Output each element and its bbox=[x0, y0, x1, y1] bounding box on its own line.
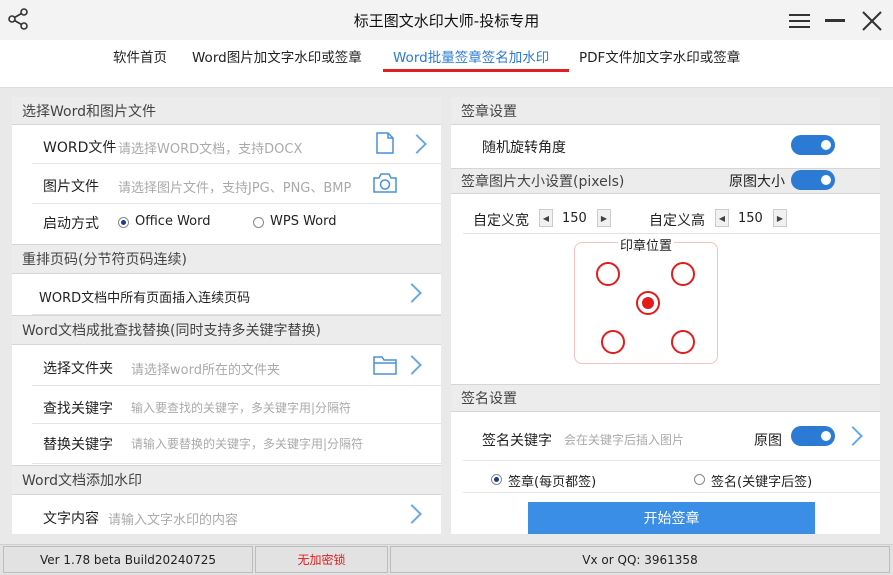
original-size-toggle[interactable] bbox=[791, 170, 835, 190]
start-stamp-label: 开始签章 bbox=[643, 511, 700, 527]
section-title: Word文档成批查找替换(同时支持多关键字替换) bbox=[22, 323, 321, 339]
height-value[interactable]: 150 bbox=[738, 211, 763, 226]
section-title: Word文档添加水印 bbox=[22, 473, 142, 489]
original-image-label: 原图 bbox=[754, 433, 782, 449]
position-top-right[interactable] bbox=[671, 262, 695, 286]
tab-word-image-watermark[interactable]: Word图片加文字水印或签章 bbox=[192, 46, 362, 66]
position-bottom-left[interactable] bbox=[601, 330, 625, 354]
radio-stamp-every-page[interactable] bbox=[491, 474, 502, 485]
option-stamp-every-page[interactable]: 签章(每页都签) bbox=[508, 471, 596, 490]
tab-home[interactable]: 软件首页 bbox=[113, 46, 167, 66]
section-title: 签章图片大小设置(pixels) bbox=[461, 174, 625, 190]
width-value[interactable]: 150 bbox=[562, 211, 587, 226]
section-title: 签名设置 bbox=[461, 391, 517, 407]
section-title: 重排页码(分节符页码连续) bbox=[22, 252, 187, 268]
random-rotate-label: 随机旋转角度 bbox=[482, 140, 566, 156]
option-sign-after-keyword[interactable]: 签名(关键字后签) bbox=[711, 471, 812, 490]
radio-sign-after-keyword[interactable] bbox=[694, 474, 705, 485]
width-decrement-button[interactable]: ◀ bbox=[539, 209, 553, 227]
tab-pdf-watermark[interactable]: PDF文件加文字水印或签章 bbox=[579, 46, 740, 66]
original-size-label: 原图大小 bbox=[729, 174, 785, 190]
status-lock: 无加密锁 bbox=[255, 546, 388, 573]
section-header-add-watermark: Word文档添加水印 bbox=[12, 465, 441, 495]
folder-label: 选择文件夹 bbox=[43, 361, 113, 377]
word-file-input[interactable]: 请选择WORD文档，支持DOCX bbox=[118, 138, 302, 157]
section-header-find-replace: Word文档成批查找替换(同时支持多关键字替换) bbox=[12, 315, 441, 345]
option-wps-word[interactable]: WPS Word bbox=[270, 214, 337, 229]
height-increment-button[interactable]: ▶ bbox=[773, 209, 787, 227]
signature-keyword-label: 签名关键字 bbox=[482, 433, 552, 449]
section-title: 签章设置 bbox=[461, 103, 517, 120]
position-center[interactable] bbox=[636, 291, 660, 315]
height-decrement-button[interactable]: ◀ bbox=[715, 209, 729, 227]
stamp-position-title: 印章位置 bbox=[617, 239, 674, 254]
find-keyword-label: 查找关键字 bbox=[43, 401, 113, 417]
minimize-icon[interactable] bbox=[825, 19, 845, 22]
section-header-signature: 签名设置 bbox=[451, 384, 880, 412]
replace-keyword-label: 替换关键字 bbox=[43, 437, 113, 453]
watermark-text-label: 文字内容 bbox=[43, 511, 99, 527]
radio-wps-word[interactable] bbox=[253, 217, 264, 228]
section-header-select-files: 选择Word和图片文件 bbox=[12, 97, 441, 125]
active-tab-indicator bbox=[383, 69, 569, 72]
status-contact: Vx or QQ: 3961358 bbox=[390, 546, 890, 573]
folder-input[interactable]: 请选择word所在的文件夹 bbox=[131, 359, 280, 378]
section-header-page-numbers: 重排页码(分节符页码连续) bbox=[12, 244, 441, 274]
camera-icon[interactable] bbox=[372, 172, 398, 194]
divider bbox=[463, 233, 880, 234]
status-version: Ver 1.78 beta Build20240725 bbox=[3, 546, 253, 573]
section-header-stamp: 签章设置 bbox=[451, 97, 880, 125]
menu-icon[interactable] bbox=[789, 13, 811, 29]
divider bbox=[463, 492, 880, 493]
launch-mode-label: 启动方式 bbox=[43, 216, 99, 232]
folder-icon[interactable] bbox=[372, 354, 398, 376]
section-title: 选择Word和图片文件 bbox=[22, 103, 156, 120]
image-file-label: 图片文件 bbox=[43, 179, 99, 195]
start-stamp-button[interactable]: 开始签章 bbox=[528, 502, 815, 534]
find-keyword-input[interactable]: 输入要查找的关键字，多关键字用|分隔符 bbox=[131, 399, 351, 416]
signature-keyword-input[interactable]: 会在关键字后插入图片 bbox=[564, 431, 684, 448]
original-image-toggle[interactable] bbox=[791, 426, 835, 446]
custom-height-label: 自定义高 bbox=[649, 213, 705, 229]
watermark-text-input[interactable]: 请输入文字水印的内容 bbox=[108, 509, 238, 528]
radio-office-word[interactable] bbox=[118, 217, 129, 228]
replace-keyword-input[interactable]: 请输入要替换的关键字，多关键字用|分隔符 bbox=[131, 435, 363, 452]
tab-word-batch-stamp[interactable]: Word批量签章签名加水印 bbox=[393, 46, 549, 66]
insert-page-numbers-label[interactable]: WORD文档中所有页面插入连续页码 bbox=[39, 287, 250, 306]
word-file-label: WORD文件 bbox=[43, 140, 117, 156]
position-bottom-right[interactable] bbox=[671, 330, 695, 354]
option-office-word[interactable]: Office Word bbox=[135, 214, 211, 229]
close-icon[interactable] bbox=[861, 10, 883, 32]
custom-width-label: 自定义宽 bbox=[473, 213, 529, 229]
width-increment-button[interactable]: ▶ bbox=[597, 209, 611, 227]
position-top-left[interactable] bbox=[596, 262, 620, 286]
window-title: 标王图文水印大师-投标专用 bbox=[353, 12, 540, 30]
file-icon[interactable] bbox=[375, 132, 395, 154]
image-file-input[interactable]: 请选择图片文件，支持JPG、PNG、BMP bbox=[118, 177, 351, 196]
random-rotate-toggle[interactable] bbox=[791, 135, 835, 155]
